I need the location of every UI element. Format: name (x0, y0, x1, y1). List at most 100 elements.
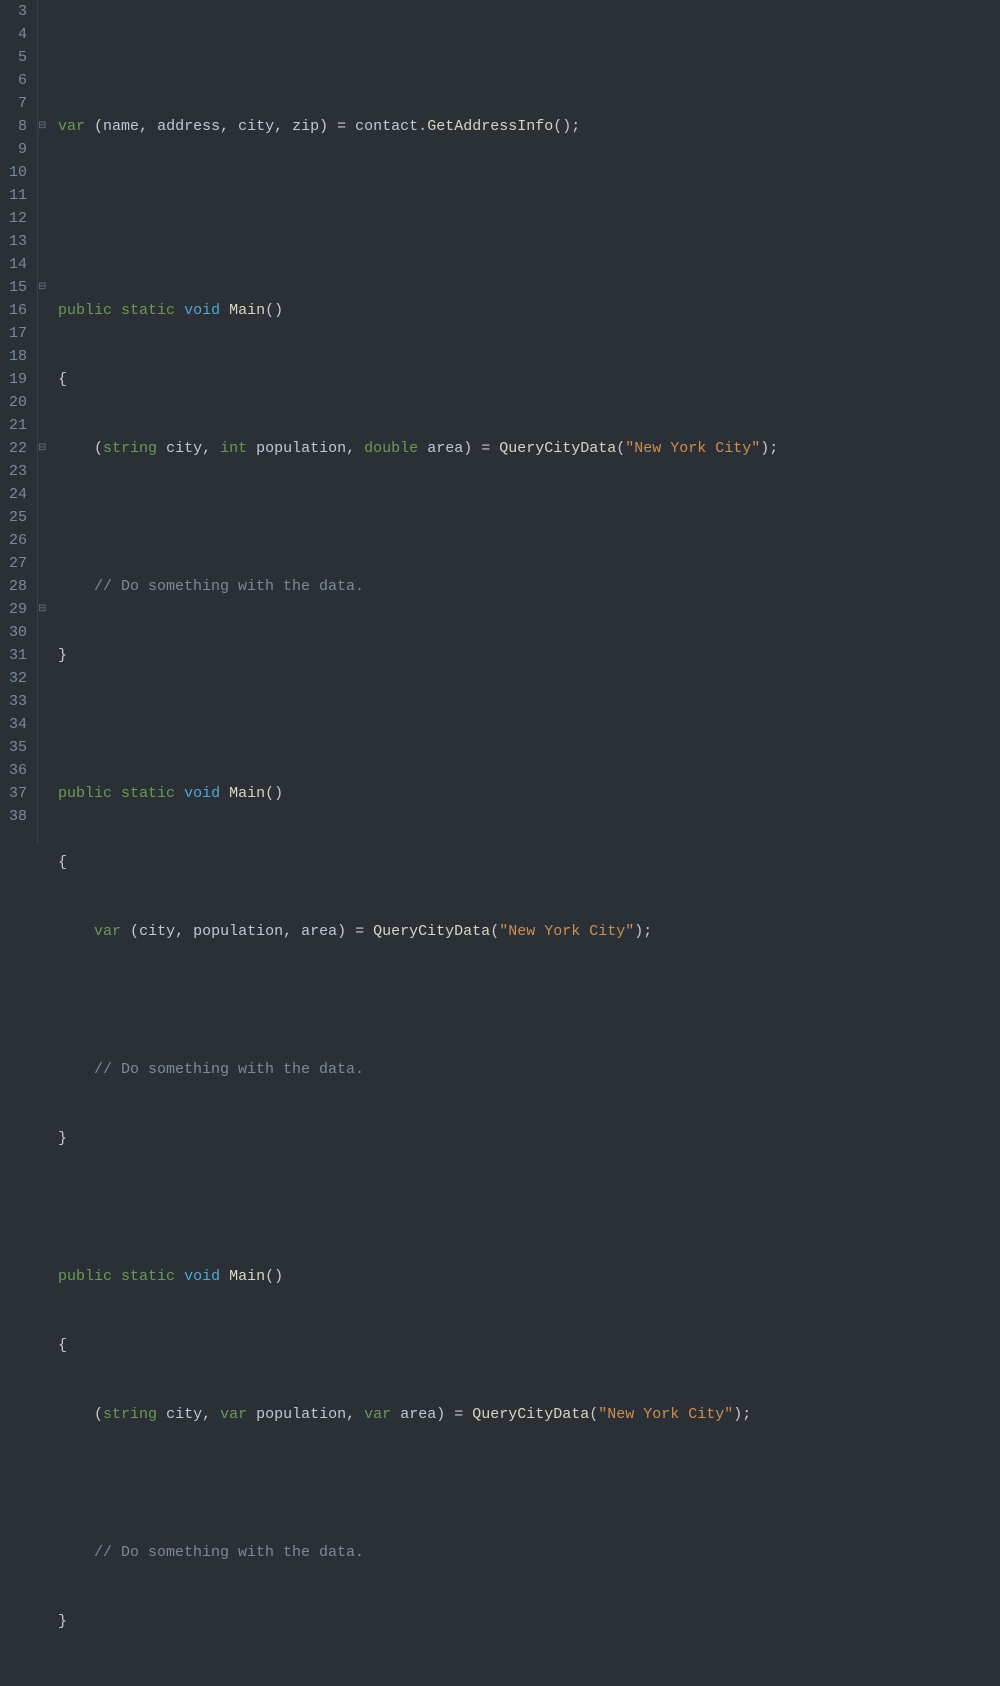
code-line[interactable]: public static void Main() (58, 1265, 778, 1288)
fold-toggle-icon[interactable]: ⊟ (38, 437, 52, 460)
code-line[interactable] (58, 230, 778, 253)
code-line[interactable]: { (58, 1334, 778, 1357)
comment: // Do something with the data. (94, 578, 364, 595)
paren-eq: ) = (463, 440, 499, 457)
line-number: 24 (6, 483, 27, 506)
brace-open: { (58, 1337, 67, 1354)
paren: ); (733, 1406, 751, 1423)
code-line[interactable]: public static void Main() (58, 782, 778, 805)
fold-spacer (38, 253, 52, 276)
fold-spacer (38, 667, 52, 690)
line-number: 13 (6, 230, 27, 253)
comma: , (346, 1406, 364, 1423)
fold-spacer (38, 414, 52, 437)
comma: , (139, 118, 157, 135)
identifier: contact (355, 118, 418, 135)
paren: ( (94, 1406, 103, 1423)
comma: , (274, 118, 292, 135)
paren: (); (553, 118, 580, 135)
code-line[interactable]: (string city, var population, var area) … (58, 1403, 778, 1426)
paren: () (265, 1268, 283, 1285)
code-line[interactable] (58, 713, 778, 736)
code-line[interactable]: (string city, int population, double are… (58, 437, 778, 460)
line-number: 36 (6, 759, 27, 782)
type-int: int (220, 440, 247, 457)
identifier: city (139, 923, 175, 940)
code-line[interactable] (58, 1196, 778, 1219)
keyword-var: var (58, 118, 85, 135)
line-number: 8 (6, 115, 27, 138)
brace-open: { (58, 854, 67, 871)
line-number: 4 (6, 23, 27, 46)
code-line[interactable]: // Do something with the data. (58, 1541, 778, 1564)
keyword-void: void (184, 1268, 220, 1285)
line-number: 35 (6, 736, 27, 759)
fold-spacer (38, 552, 52, 575)
fold-spacer (38, 759, 52, 782)
keyword-void: void (184, 302, 220, 319)
code-line[interactable] (58, 184, 778, 207)
line-number: 22 (6, 437, 27, 460)
identifier: zip (292, 118, 319, 135)
fold-spacer (38, 138, 52, 161)
fold-spacer (38, 46, 52, 69)
dot: . (418, 118, 427, 135)
fold-column[interactable]: ⊟ ⊟ ⊟ ⊟ (38, 0, 52, 843)
code-area[interactable]: var (name, address, city, zip) = contact… (52, 0, 778, 843)
paren: ); (634, 923, 652, 940)
line-number: 9 (6, 138, 27, 161)
line-number: 37 (6, 782, 27, 805)
type-string: string (103, 1406, 157, 1423)
fold-toggle-icon[interactable]: ⊟ (38, 276, 52, 299)
fold-spacer (38, 322, 52, 345)
line-number: 33 (6, 690, 27, 713)
fold-toggle-icon[interactable]: ⊟ (38, 115, 52, 138)
line-number: 10 (6, 161, 27, 184)
comma: , (202, 440, 220, 457)
line-number: 14 (6, 253, 27, 276)
code-line[interactable] (58, 506, 778, 529)
code-line[interactable] (58, 1679, 778, 1686)
fold-spacer (38, 690, 52, 713)
line-number: 3 (6, 0, 27, 23)
code-line[interactable]: { (58, 368, 778, 391)
line-number: 32 (6, 667, 27, 690)
comment: // Do something with the data. (94, 1544, 364, 1561)
comma: , (175, 923, 193, 940)
comment: // Do something with the data. (94, 1061, 364, 1078)
comma: , (220, 118, 238, 135)
paren: ( (85, 118, 103, 135)
code-line[interactable]: // Do something with the data. (58, 1058, 778, 1081)
method-call: QueryCityData (472, 1406, 589, 1423)
code-line[interactable]: } (58, 1127, 778, 1150)
fold-spacer (38, 299, 52, 322)
string-literal: "New York City" (625, 440, 760, 457)
code-line[interactable]: var (name, address, city, zip) = contact… (58, 115, 778, 138)
fold-spacer (38, 391, 52, 414)
code-line[interactable]: // Do something with the data. (58, 575, 778, 598)
code-line[interactable] (58, 989, 778, 1012)
line-number-gutter: 3456789101112131415161718192021222324252… (0, 0, 38, 843)
line-number: 16 (6, 299, 27, 322)
string-literal: "New York City" (598, 1406, 733, 1423)
fold-spacer (38, 644, 52, 667)
paren: ); (760, 440, 778, 457)
identifier: area (427, 440, 463, 457)
code-line[interactable]: } (58, 644, 778, 667)
fold-spacer (38, 621, 52, 644)
code-line[interactable]: var (city, population, area) = QueryCity… (58, 920, 778, 943)
line-number: 29 (6, 598, 27, 621)
code-line[interactable]: } (58, 1610, 778, 1633)
keyword-static: static (121, 302, 175, 319)
code-line[interactable]: public static void Main() (58, 299, 778, 322)
line-number: 31 (6, 644, 27, 667)
comma: , (283, 923, 301, 940)
line-number: 5 (6, 46, 27, 69)
code-line[interactable] (58, 1472, 778, 1495)
code-line[interactable] (58, 46, 778, 69)
code-line[interactable]: { (58, 851, 778, 874)
fold-toggle-icon[interactable]: ⊟ (38, 598, 52, 621)
code-editor[interactable]: 3456789101112131415161718192021222324252… (0, 0, 1000, 843)
identifier: area (400, 1406, 436, 1423)
keyword-public: public (58, 302, 112, 319)
